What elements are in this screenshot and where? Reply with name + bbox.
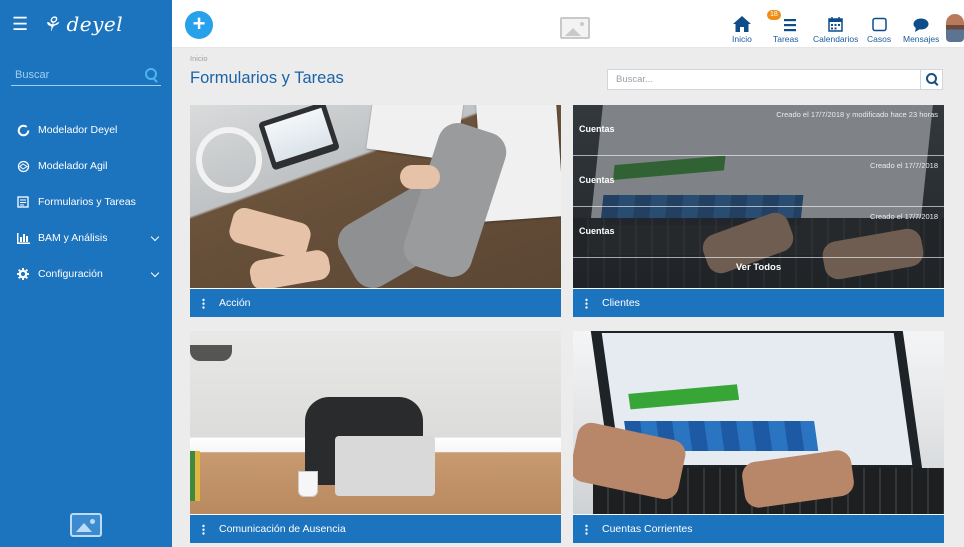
recent-item-meta: Creado el 17/7/2018 [870,161,938,170]
nav-label: Tareas [773,34,799,44]
sidebar-item-modelador-deyel[interactable]: Modelador Deyel [0,112,172,148]
tasks-icon: 18 [767,10,799,32]
main-content: Inicio Formularios y Tareas Acción [172,48,964,547]
sidebar-item-bam-y-analisis[interactable]: BAM y Análisis [0,220,172,256]
recent-item-label: Cuentas [579,226,615,236]
card-title: Clientes [602,297,640,309]
card-title-bar[interactable]: Comunicación de Ausencia [190,515,561,543]
main-search [607,69,943,90]
card-photo [573,331,944,514]
sidebar-item-formularios-y-tareas[interactable]: Formularios y Tareas [0,184,172,220]
sidebar-item-label: Modelador Deyel [38,124,118,136]
nav-label: Inicio [732,34,752,44]
card-photo [190,105,561,288]
card-title-bar[interactable]: Cuentas Corrientes [573,515,944,543]
chat-icon [903,12,939,32]
card-photo [190,331,561,514]
kebab-menu-icon[interactable] [202,523,205,535]
card-accion[interactable]: Acción [190,105,561,317]
sidebar-menu: Modelador Deyel Modelador Agil Formulari… [0,112,172,292]
recent-item[interactable]: Cuentas Creado el 17/7/2018 y modificado… [573,105,944,156]
card-photo: Cuentas Creado el 17/7/2018 y modificado… [573,105,944,288]
tasks-count-badge: 18 [767,10,781,20]
sidebar: ☰ ⚘ deyel Modelador Deyel Modelador Agil… [0,0,172,547]
breadcrumb[interactable]: Inicio [190,54,208,63]
sidebar-search-input[interactable] [11,68,131,81]
sidebar-item-label: Configuración [38,268,103,280]
nav-mensajes[interactable]: Mensajes [903,12,939,44]
kebab-menu-icon[interactable] [202,297,205,309]
nav-label: Casos [867,34,892,44]
calendar-icon [813,12,858,32]
recent-item-label: Cuentas [579,175,615,185]
gear-icon [16,267,30,281]
card-clientes[interactable]: Cuentas Creado el 17/7/2018 y modificado… [573,105,944,317]
hamburger-menu-icon[interactable]: ☰ [12,15,30,33]
image-placeholder-icon [70,513,102,537]
sidebar-item-configuracion[interactable]: Configuración [0,256,172,292]
sidebar-item-modelador-agil[interactable]: Modelador Agil [0,148,172,184]
brand-logo[interactable]: ⚘ deyel [42,12,123,36]
page-title: Formularios y Tareas [190,69,344,87]
brand-name: deyel [66,12,124,36]
top-bar: + Inicio 18 Tareas Calendarios Casos Men… [172,0,964,48]
gear-circle-icon [16,159,30,173]
image-placeholder-icon [560,17,590,39]
sidebar-search [11,64,161,86]
add-button[interactable]: + [185,11,213,39]
brand-mark-icon: ⚘ [42,12,61,36]
nav-label: Mensajes [903,34,940,44]
sidebar-header: ☰ ⚘ deyel [0,0,172,48]
chevron-down-icon[interactable] [150,232,160,242]
card-title-bar[interactable]: Acción [190,289,561,317]
case-icon [867,12,891,32]
recent-item[interactable]: Cuentas Creado el 17/7/2018 [573,207,944,258]
form-icon [16,195,30,209]
bar-chart-icon [16,231,30,245]
main-search-input[interactable] [608,70,920,89]
recent-item-label: Cuentas [579,124,615,134]
search-icon[interactable] [920,69,942,90]
card-title: Comunicación de Ausencia [219,523,346,535]
nav-label: Calendarios [813,34,859,44]
card-cuentas-corrientes[interactable]: Cuentas Corrientes [573,331,944,543]
user-avatar[interactable] [946,14,964,42]
sidebar-item-label: Formularios y Tareas [38,196,136,208]
nav-tareas[interactable]: 18 Tareas [767,10,799,44]
sidebar-item-label: Modelador Agil [38,160,108,172]
card-title-bar[interactable]: Clientes [573,289,944,317]
card-title: Cuentas Corrientes [602,523,693,535]
chevron-down-icon[interactable] [150,268,160,278]
nav-casos[interactable]: Casos [867,12,891,44]
nav-calendarios[interactable]: Calendarios [813,12,858,44]
recent-item-meta: Creado el 17/7/2018 [870,212,938,221]
recent-item[interactable]: Cuentas Creado el 17/7/2018 [573,156,944,207]
nav-inicio[interactable]: Inicio [732,12,752,44]
card-comunicacion-de-ausencia[interactable]: Comunicación de Ausencia [190,331,561,543]
recent-items-overlay: Cuentas Creado el 17/7/2018 y modificado… [573,105,944,288]
view-all-link[interactable]: Ver Todos [573,262,944,273]
sidebar-item-label: BAM y Análisis [38,232,108,244]
card-title: Acción [219,297,251,309]
circle-notch-icon [16,123,30,137]
kebab-menu-icon[interactable] [585,523,588,535]
kebab-menu-icon[interactable] [585,297,588,309]
recent-item-meta: Creado el 17/7/2018 y modificado hace 23… [776,110,938,119]
home-icon [732,12,752,32]
search-icon[interactable] [145,67,159,82]
